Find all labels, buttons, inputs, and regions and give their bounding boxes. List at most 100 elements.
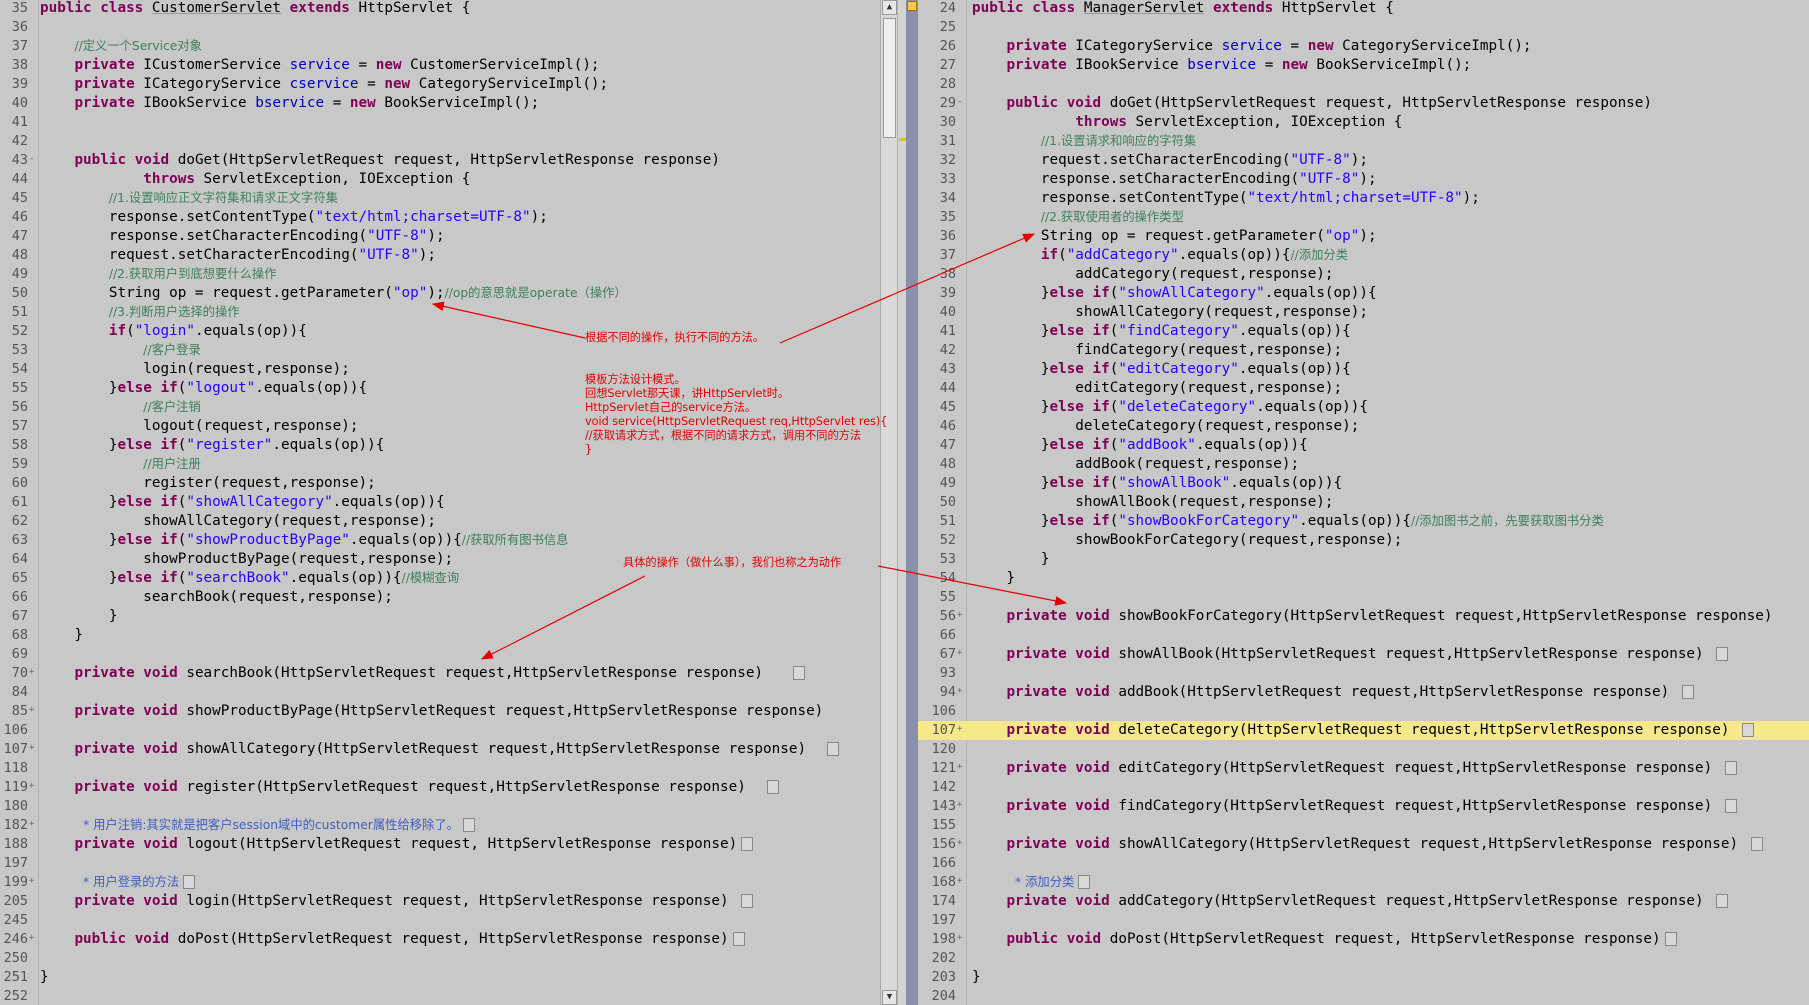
- fold-expand-icon[interactable]: +: [29, 820, 36, 829]
- code-line[interactable]: 34 response.setContentType("text/html;ch…: [918, 189, 1809, 208]
- folded-code-icon[interactable]: [1716, 647, 1729, 661]
- code-line[interactable]: 106: [918, 702, 1809, 721]
- code-line[interactable]: 47 response.setCharacterEncoding("UTF-8"…: [0, 227, 880, 246]
- code-line[interactable]: 59 //用户注册: [0, 455, 880, 474]
- code-line[interactable]: 250: [0, 949, 880, 968]
- code-line[interactable]: 51 }else if("showBookForCategory".equals…: [918, 512, 1809, 531]
- code-line[interactable]: 51 //3.判断用户选择的操作: [0, 303, 880, 322]
- code-line[interactable]: 252: [0, 987, 880, 1005]
- fold-expand-icon[interactable]: +: [957, 611, 964, 620]
- fold-expand-icon[interactable]: +: [29, 934, 36, 943]
- fold-collapse-icon[interactable]: -: [957, 98, 964, 107]
- fold-expand-icon[interactable]: +: [29, 782, 36, 791]
- code-line[interactable]: 25: [918, 18, 1809, 37]
- folded-code-icon[interactable]: [827, 742, 840, 756]
- code-line[interactable]: 41 }else if("findCategory".equals(op)){: [918, 322, 1809, 341]
- code-line[interactable]: 120: [918, 740, 1809, 759]
- code-line[interactable]: 66: [918, 626, 1809, 645]
- code-line[interactable]: 41: [0, 113, 880, 132]
- code-line[interactable]: 245: [0, 911, 880, 930]
- code-line[interactable]: 198 + public void doPost(HttpServletReque…: [918, 930, 1809, 949]
- code-line[interactable]: 107 + private void deleteCategory(HttpSer…: [918, 721, 1809, 740]
- vertical-scrollbar[interactable]: ▲ ▼: [880, 0, 898, 1005]
- code-line[interactable]: 40 showAllCategory(request,response);: [918, 303, 1809, 322]
- code-line[interactable]: 199 + * 用户登录的方法: [0, 873, 880, 892]
- code-line[interactable]: 36: [0, 18, 880, 37]
- code-line[interactable]: 40 private IBookService bservice = new B…: [0, 94, 880, 113]
- folded-code-icon[interactable]: [1750, 837, 1763, 851]
- code-line[interactable]: 68 }: [0, 626, 880, 645]
- code-line[interactable]: 48 request.setCharacterEncoding("UTF-8")…: [0, 246, 880, 265]
- folded-code-icon[interactable]: [1724, 761, 1737, 775]
- code-line[interactable]: 35 public class CustomerServlet extends H…: [0, 0, 880, 18]
- code-line[interactable]: 70 + private void searchBook(HttpServletR…: [0, 664, 880, 683]
- code-line[interactable]: 43- public void doGet(HttpServletRequest…: [0, 151, 880, 170]
- code-line[interactable]: 93: [918, 664, 1809, 683]
- code-line[interactable]: 47 }else if("addBook".equals(op)){: [918, 436, 1809, 455]
- folded-code-icon[interactable]: [792, 666, 805, 680]
- code-line[interactable]: 37 if("addCategory".equals(op)){//添加分类: [918, 246, 1809, 265]
- fold-expand-icon[interactable]: +: [957, 725, 964, 734]
- code-line[interactable]: 203}: [918, 968, 1809, 987]
- code-line[interactable]: 202: [918, 949, 1809, 968]
- folded-code-icon[interactable]: [732, 932, 745, 946]
- code-line[interactable]: 251}: [0, 968, 880, 987]
- fold-expand-icon[interactable]: +: [29, 877, 36, 886]
- code-line[interactable]: 29- public void doGet(HttpServletRequest…: [918, 94, 1809, 113]
- code-line[interactable]: 106: [0, 721, 880, 740]
- code-line[interactable]: 84: [0, 683, 880, 702]
- code-line[interactable]: 166: [918, 854, 1809, 873]
- code-line[interactable]: 63 }else if("showProductByPage".equals(o…: [0, 531, 880, 550]
- code-line[interactable]: 38 private ICustomerService service = ne…: [0, 56, 880, 75]
- folded-code-icon[interactable]: [183, 875, 196, 889]
- code-line[interactable]: 37 //定义一个Service对象: [0, 37, 880, 56]
- code-line[interactable]: 43 }else if("editCategory".equals(op)){: [918, 360, 1809, 379]
- fold-expand-icon[interactable]: +: [957, 877, 964, 886]
- code-line[interactable]: 69: [0, 645, 880, 664]
- code-line[interactable]: 49 }else if("showAllBook".equals(op)){: [918, 474, 1809, 493]
- fold-expand-icon[interactable]: +: [957, 934, 964, 943]
- code-line[interactable]: 50 showAllBook(request,response);: [918, 493, 1809, 512]
- code-line[interactable]: 53 }: [918, 550, 1809, 569]
- code-line[interactable]: 168 + * 添加分类: [918, 873, 1809, 892]
- code-line[interactable]: 121 + private void editCategory(HttpServl…: [918, 759, 1809, 778]
- code-line[interactable]: 46 response.setContentType("text/html;ch…: [0, 208, 880, 227]
- code-line[interactable]: 204: [918, 987, 1809, 1005]
- code-line[interactable]: 94 + private void addBook(HttpServletRequ…: [918, 683, 1809, 702]
- code-line[interactable]: 46 deleteCategory(request,response);: [918, 417, 1809, 436]
- code-line[interactable]: 156 + private void showAllCategory(HttpSe…: [918, 835, 1809, 854]
- folded-code-icon[interactable]: [462, 818, 475, 832]
- folded-code-icon[interactable]: [741, 894, 754, 908]
- customer-servlet-editor[interactable]: 35 public class CustomerServlet extends H…: [0, 0, 880, 1005]
- code-line[interactable]: 32 request.setCharacterEncoding("UTF-8")…: [918, 151, 1809, 170]
- code-line[interactable]: 55: [918, 588, 1809, 607]
- code-line[interactable]: 143 + private void findCategory(HttpServl…: [918, 797, 1809, 816]
- code-line[interactable]: 155: [918, 816, 1809, 835]
- scroll-down-button[interactable]: ▼: [882, 990, 897, 1005]
- code-line[interactable]: 44 editCategory(request,response);: [918, 379, 1809, 398]
- code-line[interactable]: 31 //1.设置请求和响应的字符集: [918, 132, 1809, 151]
- fold-collapse-icon[interactable]: -: [29, 155, 36, 164]
- code-line[interactable]: 30 throws ServletException, IOException …: [918, 113, 1809, 132]
- fold-expand-icon[interactable]: +: [957, 687, 964, 696]
- folded-code-icon[interactable]: [1681, 685, 1694, 699]
- code-line[interactable]: 39 private ICategoryService cservice = n…: [0, 75, 880, 94]
- code-line[interactable]: 26 private ICategoryService service = ne…: [918, 37, 1809, 56]
- fold-expand-icon[interactable]: +: [957, 801, 964, 810]
- ruler-marker[interactable]: [899, 138, 906, 141]
- scroll-up-button[interactable]: ▲: [882, 0, 897, 15]
- code-line[interactable]: 118: [0, 759, 880, 778]
- folded-code-icon[interactable]: [1078, 875, 1091, 889]
- fold-expand-icon[interactable]: +: [957, 763, 964, 772]
- code-line[interactable]: 33 response.setCharacterEncoding("UTF-8"…: [918, 170, 1809, 189]
- code-line[interactable]: 246 + public void doPost(HttpServletReque…: [0, 930, 880, 949]
- code-line[interactable]: 197: [0, 854, 880, 873]
- folded-code-icon[interactable]: [1742, 723, 1755, 737]
- code-line[interactable]: 182 + * 用户注销:其实就是把客户session域中的customer属性给…: [0, 816, 880, 835]
- code-line[interactable]: 50 String op = request.getParameter("op"…: [0, 284, 880, 303]
- fold-expand-icon[interactable]: +: [957, 649, 964, 658]
- code-line[interactable]: 107 + private void showAllCategory(HttpSe…: [0, 740, 880, 759]
- code-line[interactable]: 36 String op = request.getParameter("op"…: [918, 227, 1809, 246]
- fold-expand-icon[interactable]: +: [29, 706, 36, 715]
- code-line[interactable]: 39 }else if("showAllCategory".equals(op)…: [918, 284, 1809, 303]
